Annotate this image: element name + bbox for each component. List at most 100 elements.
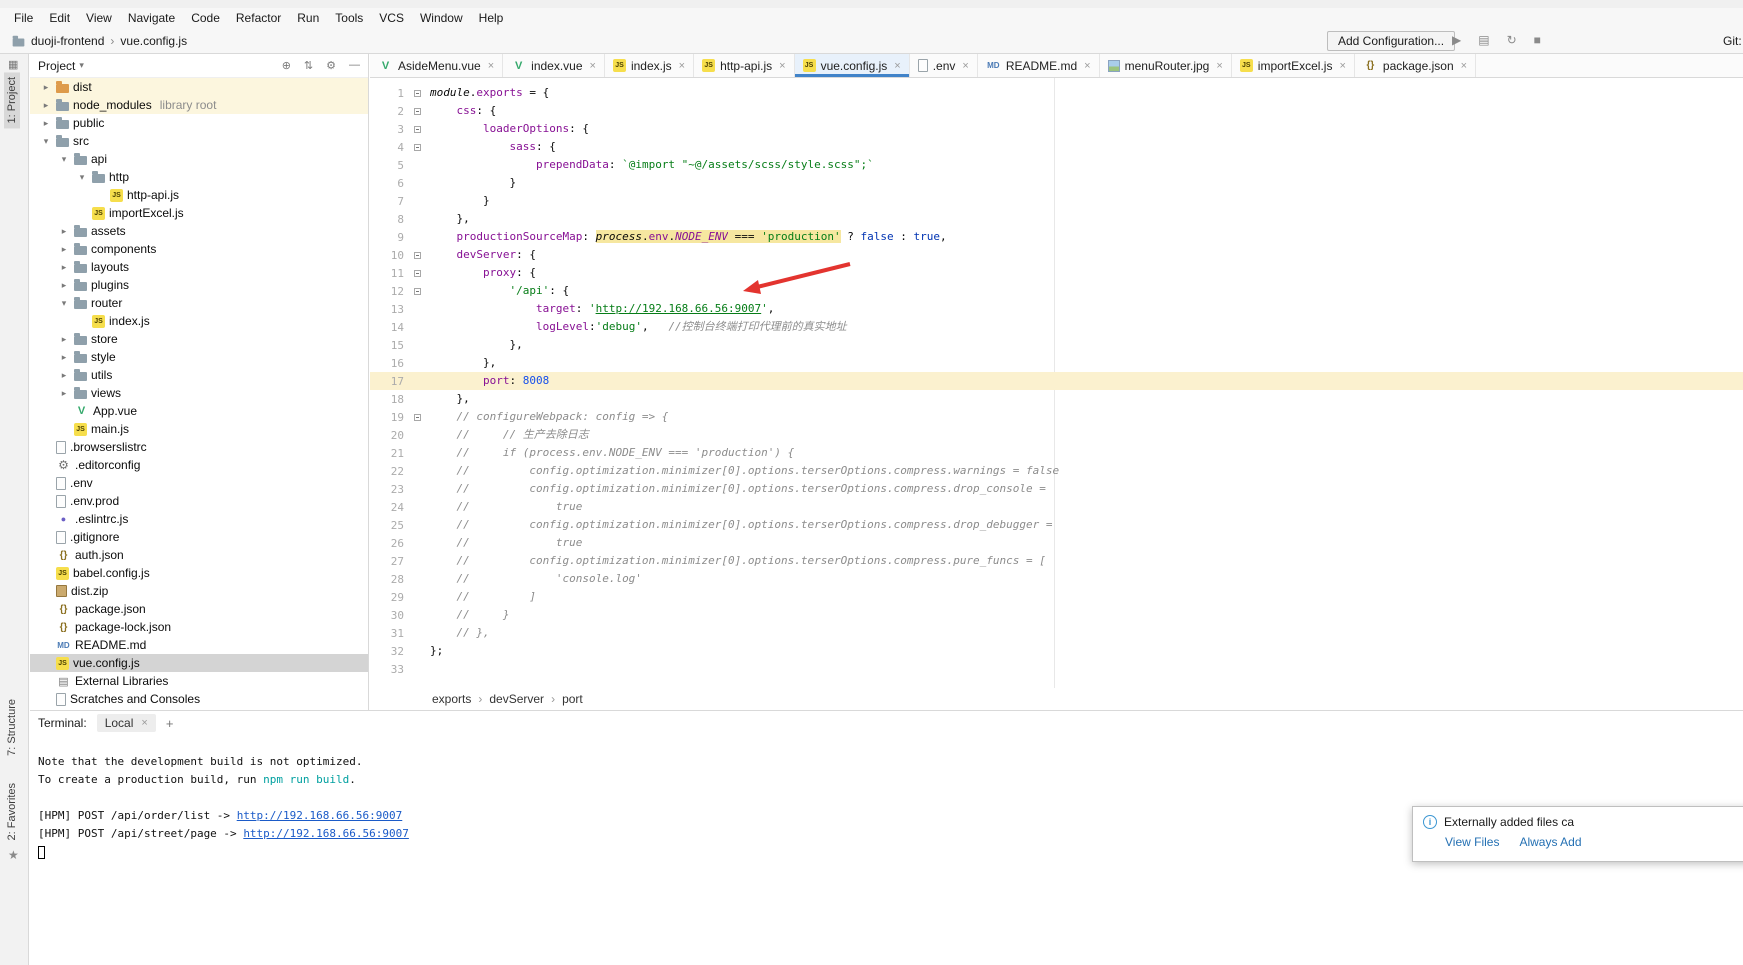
tree-item-public[interactable]: ▸public (30, 114, 368, 132)
terminal-tab-local[interactable]: Local × (97, 714, 156, 732)
menu-item-vcs[interactable]: VCS (371, 9, 412, 27)
tree-item-.eslintrc.js[interactable]: ●.eslintrc.js (30, 510, 368, 528)
fold-icon[interactable] (404, 270, 430, 277)
code-text[interactable]: // true (430, 498, 582, 516)
git-label[interactable]: Git: (1723, 34, 1742, 48)
fold-icon[interactable] (404, 252, 430, 259)
expand-collapse-icon[interactable]: ⇅ (304, 59, 313, 72)
editor-tab-http-api.js[interactable]: JShttp-api.js× (694, 54, 794, 77)
chevron-closed-icon[interactable]: ▸ (58, 370, 70, 381)
chevron-closed-icon[interactable]: ▸ (58, 280, 70, 291)
menu-item-run[interactable]: Run (289, 9, 327, 27)
code-text[interactable]: } (430, 174, 516, 192)
close-icon[interactable]: × (141, 717, 147, 729)
fold-icon[interactable] (404, 90, 430, 97)
tree-item-src[interactable]: ▾src (30, 132, 368, 150)
fold-icon[interactable] (404, 288, 430, 295)
code-text[interactable]: // }, (430, 624, 490, 642)
editor-tab-importExcel.js[interactable]: JSimportExcel.js× (1232, 54, 1355, 77)
tree-item-http-api.js[interactable]: JShttp-api.js (30, 186, 368, 204)
code-text[interactable]: // // 生产去除日志 (430, 426, 589, 444)
fold-icon[interactable] (404, 144, 430, 151)
tree-item-utils[interactable]: ▸utils (30, 366, 368, 384)
menu-item-edit[interactable]: Edit (41, 9, 78, 27)
editor-tab-index.vue[interactable]: Vindex.vue× (503, 54, 605, 77)
menu-item-window[interactable]: Window (412, 9, 471, 27)
menu-item-tools[interactable]: Tools (327, 9, 371, 27)
editor-tab-README.md[interactable]: MDREADME.md× (978, 54, 1100, 77)
chevron-closed-icon[interactable]: ▸ (58, 388, 70, 399)
editor-breadcrumb-item[interactable]: port (562, 692, 583, 706)
add-configuration-button[interactable]: Add Configuration... (1327, 31, 1455, 51)
chevron-open-icon[interactable]: ▾ (40, 136, 52, 147)
chevron-open-icon[interactable]: ▾ (76, 172, 88, 183)
editor-tab-.env[interactable]: .env× (910, 54, 978, 77)
tree-item-index.js[interactable]: JSindex.js (30, 312, 368, 330)
chevron-closed-icon[interactable]: ▸ (58, 226, 70, 237)
fold-icon[interactable] (404, 126, 430, 133)
chevron-closed-icon[interactable]: ▸ (40, 118, 52, 129)
breadcrumb-item[interactable]: duoji-frontend (31, 34, 104, 48)
tree-item-assets[interactable]: ▸assets (30, 222, 368, 240)
editor-breadcrumb-item[interactable]: devServer (489, 692, 544, 706)
code-text[interactable]: loaderOptions: { (430, 120, 589, 138)
tree-item-babel.config.js[interactable]: JSbabel.config.js (30, 564, 368, 582)
tree-item-.browserslistrc[interactable]: .browserslistrc (30, 438, 368, 456)
code-text[interactable]: productionSourceMap: process.env.NODE_EN… (430, 228, 947, 246)
tree-item-package.json[interactable]: {}package.json (30, 600, 368, 618)
close-icon[interactable]: × (1461, 60, 1467, 72)
code-text[interactable]: port: 8008 (430, 372, 549, 390)
menu-item-code[interactable]: Code (183, 9, 228, 27)
run-icon[interactable]: ▶ (1452, 33, 1461, 47)
tree-item-vue.config.js[interactable]: JSvue.config.js (30, 654, 368, 672)
code-text[interactable]: proxy: { (430, 264, 536, 282)
tree-item-layouts[interactable]: ▸layouts (30, 258, 368, 276)
tree-item-.gitignore[interactable]: .gitignore (30, 528, 368, 546)
code-text[interactable]: devServer: { (430, 246, 536, 264)
tree-item-views[interactable]: ▸views (30, 384, 368, 402)
close-icon[interactable]: × (962, 60, 968, 72)
menu-item-help[interactable]: Help (471, 9, 512, 27)
locate-icon[interactable]: ⊕ (282, 59, 291, 72)
code-text[interactable]: prependData: `@import "~@/assets/scss/st… (430, 156, 874, 174)
project-panel-title[interactable]: Project (38, 59, 75, 73)
code-text[interactable]: }, (430, 390, 470, 408)
terminal-link[interactable]: http://192.168.66.56:9007 (243, 827, 409, 840)
close-icon[interactable]: × (488, 60, 494, 72)
tree-item-.editorconfig[interactable]: ⚙.editorconfig (30, 456, 368, 474)
code-text[interactable]: // 'console.log' (430, 570, 642, 588)
tree-item-plugins[interactable]: ▸plugins (30, 276, 368, 294)
editor-tab-vue.config.js[interactable]: JSvue.config.js× (795, 54, 910, 77)
tree-item-.env[interactable]: .env (30, 474, 368, 492)
close-icon[interactable]: × (679, 60, 685, 72)
tree-item-App.vue[interactable]: VApp.vue (30, 402, 368, 420)
chevron-closed-icon[interactable]: ▸ (58, 262, 70, 273)
close-icon[interactable]: × (1339, 60, 1345, 72)
chevron-closed-icon[interactable]: ▸ (40, 100, 52, 111)
code-text[interactable]: // config.optimization.minimizer[0].opti… (430, 516, 1053, 534)
close-icon[interactable]: × (1084, 60, 1090, 72)
menu-item-navigate[interactable]: Navigate (120, 9, 183, 27)
menu-item-file[interactable]: File (6, 9, 41, 27)
chevron-open-icon[interactable]: ▾ (58, 298, 70, 309)
chevron-open-icon[interactable]: ▾ (58, 154, 70, 165)
code-text[interactable]: }, (430, 336, 523, 354)
stripe-favorites-button[interactable]: 2: Favorites (4, 778, 20, 845)
chevron-closed-icon[interactable]: ▸ (58, 334, 70, 345)
notification-action-always-add[interactable]: Always Add (1519, 835, 1581, 849)
tree-item-main.js[interactable]: JSmain.js (30, 420, 368, 438)
close-icon[interactable]: × (779, 60, 785, 72)
stripe-project-button[interactable]: 1: Project (4, 72, 20, 128)
close-icon[interactable]: × (894, 60, 900, 72)
chevron-closed-icon[interactable]: ▸ (58, 244, 70, 255)
tree-item-importExcel.js[interactable]: JSimportExcel.js (30, 204, 368, 222)
code-text[interactable]: } (430, 192, 490, 210)
editor-breadcrumb-item[interactable]: exports (432, 692, 471, 706)
code-text[interactable]: logLevel:'debug', //控制台终端打印代理前的真实地址 (430, 318, 847, 336)
tree-item-api[interactable]: ▾api (30, 150, 368, 168)
tree-item-dist.zip[interactable]: dist.zip (30, 582, 368, 600)
build-icon[interactable]: ▤ (1478, 33, 1489, 47)
code-text[interactable]: // config.optimization.minimizer[0].opti… (430, 480, 1046, 498)
editor-tab-index.js[interactable]: JSindex.js× (605, 54, 694, 77)
fold-icon[interactable] (404, 414, 430, 421)
